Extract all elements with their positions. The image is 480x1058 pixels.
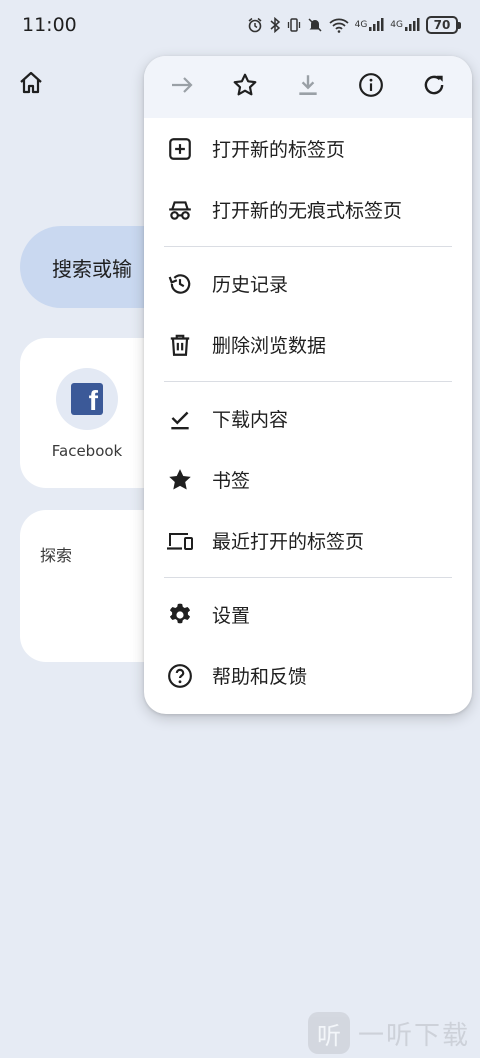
home-button[interactable] [14,68,48,102]
mute-bell-icon [307,17,323,33]
gear-icon [166,601,194,629]
menu-item-label: 书签 [212,470,251,492]
network-type-1: 4G [354,20,368,30]
download-icon [295,72,321,102]
bluetooth-icon [269,17,281,33]
status-bar: 11:00 4G 4G 70 [0,0,480,50]
menu-item-label: 最近打开的标签页 [212,531,365,553]
refresh-icon [421,72,447,102]
star-filled-icon [166,466,194,494]
menu-item-new-tab[interactable]: 打开新的标签页 [144,118,472,179]
star-outline-icon [232,72,258,102]
search-placeholder: 搜索或输 [52,256,132,281]
home-icon [18,70,44,100]
menu-item-label: 下载内容 [212,409,289,431]
menu-item-label: 历史记录 [212,274,289,296]
status-icons: 4G 4G 70 [247,16,461,34]
download-page-button[interactable] [285,64,331,110]
menu-list: 打开新的标签页 打开新的无痕式标签页 历史记录 删除浏览数据 下载内容 书签 最… [144,118,472,706]
menu-divider [164,381,452,382]
watermark-text: 一听下载 [357,1020,470,1051]
overflow-menu: 打开新的标签页 打开新的无痕式标签页 历史记录 删除浏览数据 下载内容 书签 最… [144,56,472,714]
menu-divider [164,577,452,578]
reload-button[interactable] [411,64,457,110]
menu-item-recent-tabs[interactable]: 最近打开的标签页 [144,510,472,571]
download-done-icon [166,405,194,433]
help-icon [166,662,194,690]
network-type-2: 4G [390,20,403,30]
add-box-icon [166,135,194,163]
watermark: 听 一听下载 [307,1012,470,1054]
status-time: 11:00 [22,14,77,36]
trash-icon [166,331,194,359]
wifi-icon [329,17,349,33]
menu-item-label: 打开新的标签页 [212,139,346,161]
menu-item-new-incognito-tab[interactable]: 打开新的无痕式标签页 [144,179,472,240]
menu-toolbar [144,56,472,118]
menu-divider [164,246,452,247]
signal-icon-2: 4G [390,18,420,32]
incognito-icon [166,196,194,224]
watermark-badge: 听 [307,1012,350,1054]
devices-icon [166,527,194,555]
menu-item-settings[interactable]: 设置 [144,584,472,645]
menu-item-help-feedback[interactable]: 帮助和反馈 [144,645,472,706]
info-icon [358,72,384,102]
menu-item-clear-browsing-data[interactable]: 删除浏览数据 [144,314,472,375]
shortcut-facebook[interactable]: f [56,368,118,430]
menu-item-label: 帮助和反馈 [212,666,308,688]
shortcut-label: Facebook [51,442,123,460]
explore-title: 探索 [40,546,73,565]
menu-item-label: 设置 [212,605,251,627]
menu-item-label: 删除浏览数据 [212,335,327,357]
menu-item-bookmarks[interactable]: 书签 [144,449,472,510]
menu-item-history[interactable]: 历史记录 [144,253,472,314]
bookmark-star-button[interactable] [222,64,268,110]
battery-indicator: 70 [426,16,461,34]
menu-item-label: 打开新的无痕式标签页 [212,200,403,222]
vibrate-icon [287,17,301,33]
arrow-forward-icon [169,72,195,102]
signal-icon-1: 4G [355,18,385,32]
history-icon [166,270,194,298]
forward-button[interactable] [159,64,205,110]
page-info-button[interactable] [348,64,394,110]
menu-item-downloads[interactable]: 下载内容 [144,388,472,449]
facebook-icon: f [71,383,103,415]
alarm-icon [247,17,263,33]
